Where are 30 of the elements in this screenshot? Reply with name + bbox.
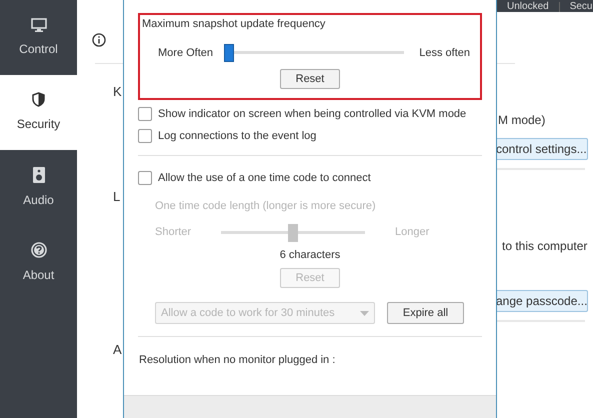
setting-label: One time code length (longer is more secure) <box>154 199 377 214</box>
slider-label: Longer <box>395 225 430 240</box>
sidebar-tab[interactable]: Security <box>0 75 77 150</box>
section-heading: A <box>113 341 122 359</box>
info-icon <box>92 33 106 47</box>
section-heading: L <box>113 188 120 206</box>
setting-label: to this computer <box>502 238 588 255</box>
checkbox-label: Allow the use of a one time code to connect <box>158 170 371 186</box>
section-title: Maximum snapshot update frequency <box>142 17 326 31</box>
monitor-icon <box>30 18 46 32</box>
setting-label: M mode) <box>498 112 546 129</box>
checkbox[interactable] <box>138 129 152 143</box>
checkbox[interactable] <box>138 107 152 121</box>
speaker-icon <box>32 166 44 182</box>
section-heading: K <box>113 83 122 101</box>
slider-track[interactable] <box>224 44 404 62</box>
header-tab[interactable]: Secu <box>558 2 593 12</box>
checkbox-label: Show indicator on screen when being controlled via KVM mode <box>158 106 466 122</box>
slider-thumb[interactable] <box>224 44 234 62</box>
reset-button[interactable]: Reset <box>280 69 340 89</box>
setting-label: Resolution when no monitor plugged in : <box>138 353 336 368</box>
slider-label: More Often <box>158 46 214 61</box>
help-icon <box>30 242 46 258</box>
checkbox-label: Log connections to the event log <box>158 128 316 144</box>
slider-label: Less often <box>419 46 470 61</box>
dropdown-caret-icon <box>360 310 369 316</box>
shield-icon <box>32 92 45 107</box>
header-tab[interactable]: Unlocked <box>497 2 559 12</box>
value-label: 6 characters <box>280 248 340 262</box>
slider-label: Shorter <box>155 225 192 240</box>
